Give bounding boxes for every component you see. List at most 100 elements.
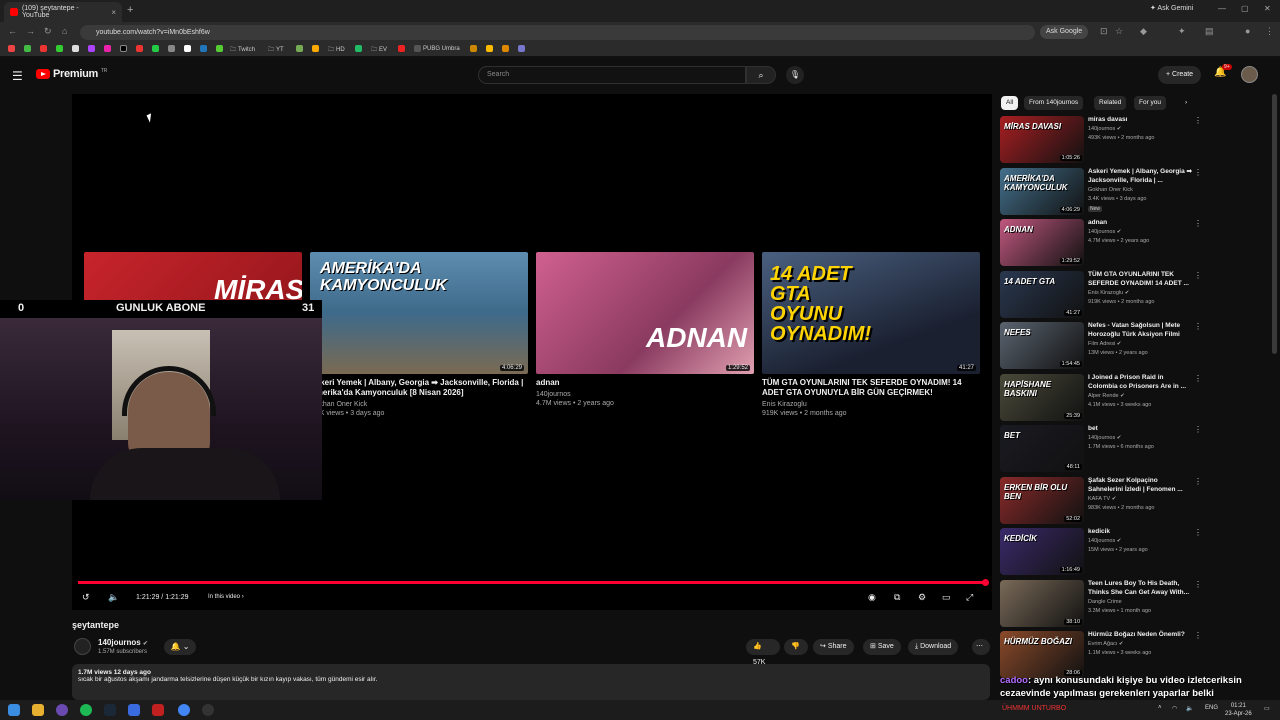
related-video-title[interactable]: Askeri Yemek | Albany, Georgia ➡ Jackson… xyxy=(1088,168,1192,185)
related-video-item[interactable]: HÜRMÜZ BOĞAZI 28:06 Hürmüz Boğazı Neden Ön… xyxy=(1000,631,1204,679)
related-video-item[interactable]: 38:10 Teen Lures Boy To His Death, Thinks… xyxy=(1000,580,1204,628)
related-video-title[interactable]: Nefes - Vatan Sağolsun | Mete Horozoğlu … xyxy=(1088,322,1192,339)
bookmark-icon[interactable] xyxy=(136,45,143,52)
chip-from-channel[interactable]: From 140journos xyxy=(1024,96,1084,110)
miniplayer-icon[interactable]: ▭ xyxy=(942,592,951,603)
system-clock[interactable]: 01:21 23-Apr-26 xyxy=(1225,702,1252,718)
bookmark-pubg-umbra[interactable]: PUBG Umbra xyxy=(414,45,460,52)
video-thumbnail[interactable]: ERKEN BİR OLU BEN 52:02 xyxy=(1000,477,1084,524)
start-windows-icon[interactable] xyxy=(8,704,20,716)
chrome-icon[interactable] xyxy=(178,704,190,716)
chevron-right-icon[interactable]: › xyxy=(1180,96,1192,110)
related-video-title[interactable]: kedicik xyxy=(1088,528,1192,537)
new-tab-button[interactable]: + xyxy=(127,4,133,16)
video-thumbnail[interactable]: BET 48:11 xyxy=(1000,425,1084,472)
more-options-icon[interactable]: ⋮ xyxy=(1194,374,1202,383)
video-thumbnail[interactable]: KEDİCİK 1:16:49 xyxy=(1000,528,1084,575)
related-video-item[interactable]: MİRAS DAVASI 1:05:26 miras davası 140journo… xyxy=(1000,116,1204,164)
volume-icon[interactable]: 🔈 xyxy=(108,592,119,603)
fullscreen-icon[interactable]: ⤢ xyxy=(966,592,973,603)
sidepanel-icon[interactable]: ▤ xyxy=(1205,26,1214,37)
app-icon[interactable] xyxy=(152,704,164,716)
related-video-channel[interactable]: KAFA TV ✔ xyxy=(1088,496,1116,502)
bookmark-icon[interactable] xyxy=(40,45,47,52)
bookmark-icon[interactable] xyxy=(88,45,95,52)
bookmark-icon[interactable] xyxy=(312,45,319,52)
related-video-item[interactable]: ADNAN 1:29:52 adnan 140journos ✔ 4.7M views … xyxy=(1000,219,1204,267)
bookmark-icon[interactable] xyxy=(184,45,191,52)
share-button[interactable]: ↪ Share xyxy=(813,639,854,655)
related-video-item[interactable]: BET 48:11 bet 140journos ✔ 1.7M views • 6 mo… xyxy=(1000,425,1204,473)
endcard-video[interactable]: AMERİKA'DA KAMYONCULUK 4:06:29 Askeri Ye… xyxy=(310,252,528,418)
video-thumbnail[interactable]: HÜRMÜZ BOĞAZI 28:06 xyxy=(1000,631,1084,678)
bookmark-icon[interactable] xyxy=(168,45,175,52)
bookmark-icon[interactable] xyxy=(56,45,63,52)
related-video-title[interactable]: Hürmüz Boğazı Neden Önemli? xyxy=(1088,631,1192,640)
related-video-title[interactable]: I Joined a Prison Raid in Colombia co Pr… xyxy=(1088,374,1192,391)
related-video-item[interactable]: AMERİKA'DA KAMYONCULUK 4:06:29 Askeri Yeme… xyxy=(1000,168,1204,216)
channel-avatar[interactable] xyxy=(74,638,91,655)
language-indicator[interactable]: ENG xyxy=(1205,705,1218,711)
more-options-icon[interactable]: ⋮ xyxy=(1194,219,1202,228)
youtube-premium-logo[interactable]: Premium TR xyxy=(36,68,107,80)
endcard-video[interactable]: 14 ADET GTA OYUNU OYNADIM! 41:27 TÜM GTA… xyxy=(762,252,980,418)
bookmark-icon[interactable] xyxy=(355,45,362,52)
tray-chevron-up-icon[interactable]: ˄ xyxy=(1158,705,1162,711)
related-video-title[interactable]: bet xyxy=(1088,425,1192,434)
minimize-icon[interactable]: — xyxy=(1218,4,1226,13)
related-video-title[interactable]: TÜM GTA OYUNLARINI TEK SEFERDE OYNADIM! … xyxy=(1088,271,1192,288)
chip-related[interactable]: Related xyxy=(1094,96,1127,110)
bookmark-folder-yt[interactable]: 🗀 YT xyxy=(268,45,284,55)
obs-icon[interactable] xyxy=(202,704,214,716)
bookmark-icon[interactable] xyxy=(104,45,111,52)
progress-bar[interactable] xyxy=(78,579,989,586)
more-options-icon[interactable]: ⋮ xyxy=(1194,477,1202,486)
url-field[interactable]: youtube.com/watch?v=iMn0bEshf6w xyxy=(80,25,1035,40)
related-video-channel[interactable]: 140journos ✔ xyxy=(1088,126,1121,132)
video-thumbnail[interactable]: 38:10 xyxy=(1000,580,1084,627)
close-window-icon[interactable]: ✕ xyxy=(1264,4,1271,13)
create-button[interactable]: + Create xyxy=(1158,66,1202,84)
video-thumbnail[interactable]: MİRAS DAVASI 1:05:26 xyxy=(1000,116,1084,163)
browser-tab[interactable]: (109) şeytantepe - YouTube × xyxy=(4,2,122,22)
video-thumbnail[interactable]: NEFES 1:54:45 xyxy=(1000,322,1084,369)
bookmark-icon[interactable] xyxy=(8,45,15,52)
star-icon[interactable]: ☆ xyxy=(1115,26,1123,37)
search-button[interactable]: ⌕ xyxy=(746,66,776,84)
notification-center-icon[interactable]: ▭ xyxy=(1264,705,1270,712)
related-video-channel[interactable]: 140journos ✔ xyxy=(1088,229,1121,235)
related-video-channel[interactable]: Gokhan Oner Kick xyxy=(1088,187,1133,193)
whatsapp-icon[interactable] xyxy=(152,45,159,52)
chip-for-you[interactable]: For you xyxy=(1134,96,1167,110)
settings-gear-icon[interactable]: ⚙ xyxy=(918,592,926,603)
spotify-icon[interactable] xyxy=(80,704,92,716)
install-icon[interactable]: ⊡ xyxy=(1100,26,1108,37)
video-thumbnail[interactable]: HAPİSHANE BASKINI 25:39 xyxy=(1000,374,1084,421)
video-thumbnail[interactable]: ADNAN 1:29:52 xyxy=(1000,219,1084,266)
related-video-channel[interactable]: Evrim Ağacı ✔ xyxy=(1088,641,1123,647)
speaker-icon[interactable]: 🔈 xyxy=(1186,705,1193,712)
bookmark-icon[interactable] xyxy=(296,45,303,52)
channel-name[interactable]: 140journos ✔ xyxy=(98,638,148,647)
related-video-title[interactable]: adnan xyxy=(1088,219,1192,228)
dislike-button[interactable]: 👎 xyxy=(784,639,808,655)
subscribed-bell-button[interactable]: 🔔 ⌄ xyxy=(164,639,196,655)
app-icon[interactable] xyxy=(56,704,68,716)
more-options-icon[interactable]: ⋮ xyxy=(1194,425,1202,434)
autoplay-toggle-icon[interactable]: ◉ xyxy=(868,592,876,603)
more-options-icon[interactable]: ⋮ xyxy=(1194,528,1202,537)
bookmark-icon[interactable] xyxy=(470,45,477,52)
related-video-item[interactable]: NEFES 1:54:45 Nefes - Vatan Sağolsun | Met… xyxy=(1000,322,1204,370)
related-video-channel[interactable]: Film Adresi ✔ xyxy=(1088,341,1121,347)
more-options-icon[interactable]: ⋮ xyxy=(1194,631,1202,640)
related-video-channel[interactable]: 140journos ✔ xyxy=(1088,538,1121,544)
bookmark-icon[interactable] xyxy=(72,45,79,52)
bookmark-icon[interactable] xyxy=(486,45,493,52)
related-video-item[interactable]: HAPİSHANE BASKINI 25:39 I Joined a Prison … xyxy=(1000,374,1204,422)
steam-icon[interactable] xyxy=(104,704,116,716)
related-video-title[interactable]: Teen Lures Boy To His Death, Thinks She … xyxy=(1088,580,1192,597)
reload-icon[interactable]: ↻ xyxy=(44,26,52,37)
file-explorer-icon[interactable] xyxy=(32,704,44,716)
ask-google-button[interactable]: Ask Google xyxy=(1040,25,1089,39)
download-button[interactable]: ⤓ Download xyxy=(908,639,959,655)
